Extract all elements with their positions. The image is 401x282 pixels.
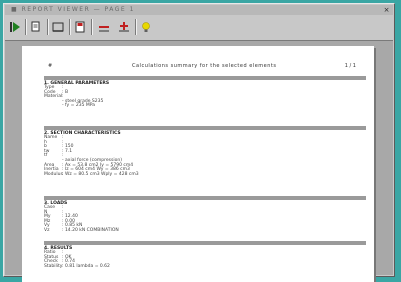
report-section: 2. SECTION CHARACTERISTICS Name: h: b: 1… [44,126,366,177]
section-bar [44,196,366,200]
page-layout-icon [52,22,64,32]
play-icon [10,22,20,32]
remove-button[interactable] [97,20,111,34]
report-row: Stability: 0.81 lambda = 0.62 [44,263,110,269]
save-icon [75,21,85,33]
toolbar-separator [69,19,71,35]
section-bar [44,241,366,245]
report-row: - fy = 235 MPa [62,103,96,109]
report-section: 1. GENERAL PARAMETERS Type: Code: B Mate… [44,76,366,109]
page-header-title: Calculations summary for the selected el… [132,63,277,69]
lightbulb-icon [142,22,150,32]
minus-icon [99,26,109,32]
toolbar [5,16,393,38]
close-button[interactable]: × [382,6,391,14]
open-document-icon [31,21,40,32]
help-button[interactable] [139,20,153,34]
add-button[interactable] [117,20,131,34]
run-button[interactable] [8,20,22,34]
section-bar [44,76,366,80]
page-header-page-number: 1 / 1 [344,63,356,69]
layout-button[interactable] [51,20,65,34]
window-title: ■ REPORT VIEWER — PAGE 1 [11,6,135,13]
toolbar-separator [91,19,93,35]
page-header-left: # [48,63,53,69]
page-header: # Calculations summary for the selected … [22,60,374,72]
plus-icon [119,22,129,32]
report-window: ■ REPORT VIEWER — PAGE 1 × # Calculation… [3,3,395,282]
report-page: # Calculations summary for the selected … [22,46,374,282]
title-bar[interactable]: ■ REPORT VIEWER — PAGE 1 × [5,5,393,15]
report-row: Vz: 14.20 kN COMBINATION [44,227,119,233]
document-viewport[interactable]: # Calculations summary for the selected … [5,40,393,282]
report-section: 3. LOADS Case: N: My: 12.40 Mz: 0.00 Vy:… [44,196,366,234]
toolbar-separator [135,19,137,35]
toolbar-separator [47,19,49,35]
report-section: 4. RESULTS Ratio: Status: OK Check: 0.74… [44,241,366,269]
toolbar-separator [25,19,27,35]
save-button[interactable] [73,20,87,34]
open-button[interactable] [29,20,43,34]
report-row: Modulus: Wz = 80.5 cm3 Wply = 428 cm3 [44,171,139,177]
section-bar [44,126,366,130]
